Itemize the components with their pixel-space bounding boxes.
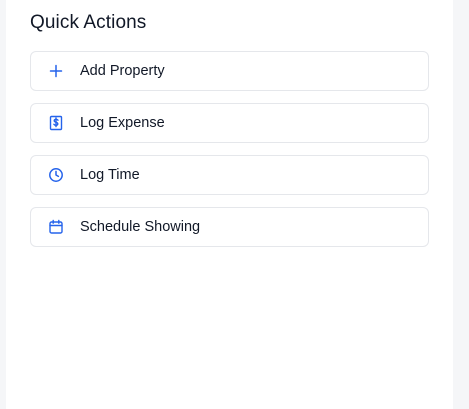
schedule-showing-label: Schedule Showing <box>80 219 201 235</box>
log-expense-button[interactable]: Log Expense <box>30 103 429 143</box>
quick-actions-panel: Quick Actions Add Property Log Expense L… <box>6 0 453 409</box>
plus-icon <box>48 63 64 79</box>
add-property-label: Add Property <box>80 63 165 79</box>
log-expense-label: Log Expense <box>80 115 165 131</box>
receipt-dollar-icon <box>48 115 64 131</box>
quick-actions-list: Add Property Log Expense Log Time Schedu… <box>30 51 429 259</box>
panel-title: Quick Actions <box>30 12 147 33</box>
clock-icon <box>48 167 64 183</box>
schedule-showing-button[interactable]: Schedule Showing <box>30 207 429 247</box>
log-time-button[interactable]: Log Time <box>30 155 429 195</box>
calendar-icon <box>48 219 64 235</box>
log-time-label: Log Time <box>80 167 140 183</box>
add-property-button[interactable]: Add Property <box>30 51 429 91</box>
